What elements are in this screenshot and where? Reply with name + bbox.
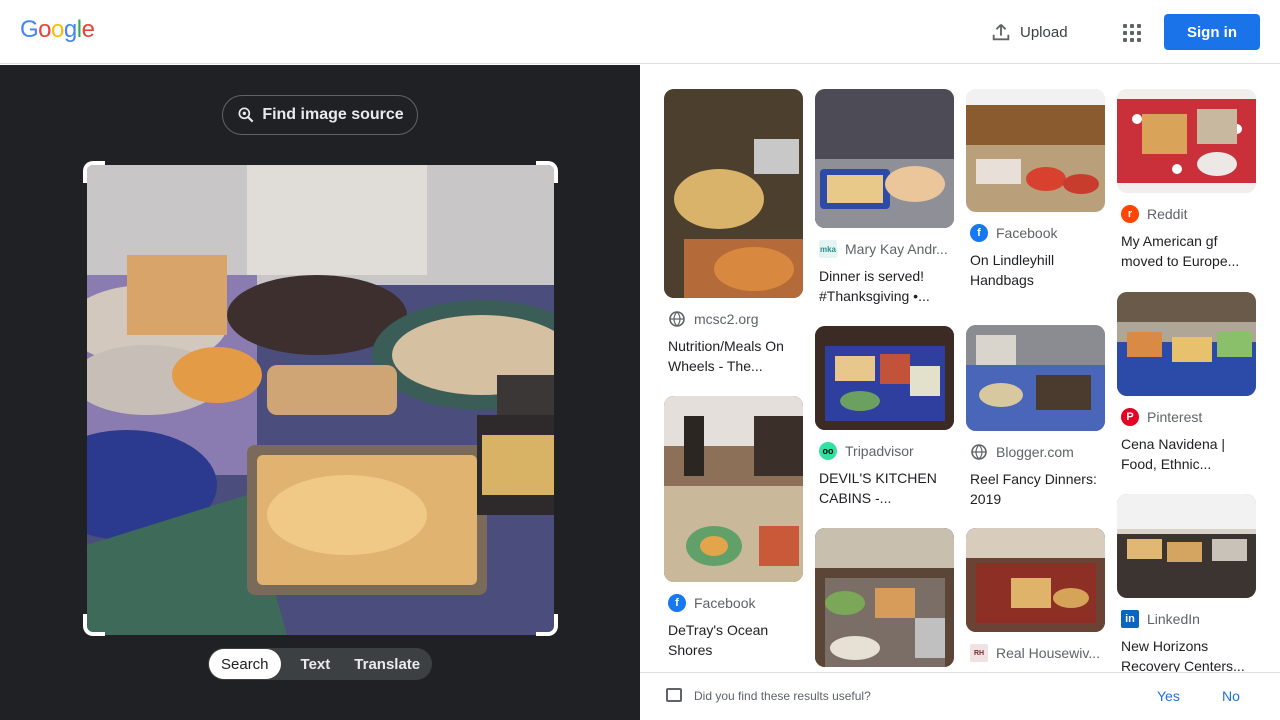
result-card[interactable]: Blogger.com Reel Fancy Dinners: 2019 bbox=[966, 325, 1106, 509]
rhn-icon: RH bbox=[970, 644, 988, 662]
result-source: LinkedIn bbox=[1147, 611, 1200, 627]
result-thumbnail[interactable] bbox=[815, 528, 954, 667]
result-title[interactable]: Reel Fancy Dinners: 2019 bbox=[970, 469, 1102, 509]
feedback-bar: Did you find these results useful? Yes N… bbox=[640, 672, 1280, 720]
reddit-icon: r bbox=[1121, 205, 1139, 223]
lens-search-icon bbox=[238, 107, 254, 123]
feedback-question: Did you find these results useful? bbox=[694, 689, 871, 703]
result-source: Tripadvisor bbox=[845, 443, 914, 459]
sign-in-button[interactable]: Sign in bbox=[1164, 14, 1260, 50]
result-title[interactable]: My American gf moved to Europe... bbox=[1121, 231, 1253, 271]
result-source: Facebook bbox=[996, 225, 1058, 241]
result-source: Real Housewiv... bbox=[996, 645, 1101, 661]
pinterest-icon: P bbox=[1121, 408, 1139, 426]
find-image-source-label: Find image source bbox=[262, 106, 404, 123]
result-card[interactable]: oo Tripadvisor DEVIL'S KITCHEN CABINS -.… bbox=[815, 326, 955, 508]
result-thumbnail[interactable] bbox=[664, 89, 803, 298]
result-source: Facebook bbox=[694, 595, 756, 611]
result-card[interactable]: P Pinterest Cena Navidena | Food, Ethnic… bbox=[1117, 292, 1257, 474]
tripadvisor-icon: oo bbox=[819, 442, 837, 460]
upload-button[interactable]: Upload bbox=[990, 18, 1068, 46]
result-thumbnail[interactable] bbox=[664, 396, 803, 582]
result-title[interactable]: Dinner is served! #Thanksgiving •... bbox=[819, 266, 951, 306]
result-title[interactable]: On Lindleyhill Handbags bbox=[970, 250, 1102, 290]
result-title[interactable]: Cena Navidena | Food, Ethnic... bbox=[1121, 434, 1253, 474]
result-title[interactable]: DeTray's Ocean Shores bbox=[668, 620, 800, 660]
visual-matches-panel: mcsc2.org Nutrition/Meals On Wheels - Th… bbox=[640, 65, 1280, 720]
result-thumbnail[interactable] bbox=[966, 528, 1105, 632]
apps-grid-icon[interactable] bbox=[1120, 20, 1144, 44]
result-thumbnail[interactable] bbox=[1117, 292, 1256, 396]
feedback-yes-button[interactable]: Yes bbox=[1157, 688, 1180, 704]
result-source: Reddit bbox=[1147, 206, 1188, 222]
top-bar: Google Upload Sign in bbox=[0, 0, 1280, 64]
result-card[interactable]: mcsc2.org Nutrition/Meals On Wheels - Th… bbox=[664, 89, 804, 376]
tab-text[interactable]: Text bbox=[281, 649, 351, 679]
crop-handle-top-left[interactable] bbox=[83, 161, 105, 183]
upload-icon bbox=[992, 24, 1010, 41]
mka-icon: mka bbox=[819, 240, 837, 258]
result-source: mcsc2.org bbox=[694, 311, 759, 327]
result-title[interactable]: New Horizons Recovery Centers... bbox=[1121, 636, 1253, 676]
result-thumbnail[interactable] bbox=[1117, 494, 1256, 598]
tab-translate[interactable]: Translate bbox=[350, 649, 424, 679]
result-thumbnail[interactable] bbox=[815, 326, 954, 430]
result-card[interactable]: f Facebook On Lindleyhill Handbags bbox=[966, 89, 1106, 290]
facebook-icon: f bbox=[970, 224, 988, 242]
crop-handle-bottom-right[interactable] bbox=[536, 614, 558, 636]
google-logo[interactable]: Google bbox=[20, 16, 95, 44]
crop-handle-bottom-left[interactable] bbox=[83, 614, 105, 636]
upload-label: Upload bbox=[1020, 23, 1068, 41]
feedback-icon bbox=[666, 688, 682, 702]
result-source: Pinterest bbox=[1147, 409, 1203, 425]
result-thumbnail[interactable] bbox=[966, 89, 1105, 212]
lens-mode-tabs: Search Text Translate bbox=[208, 648, 432, 680]
lens-image-panel: Find image source Search Text Translate bbox=[0, 65, 640, 720]
result-card[interactable]: in LinkedIn New Horizons Recovery Center… bbox=[1117, 494, 1257, 676]
facebook-icon: f bbox=[668, 594, 686, 612]
result-card[interactable]: mka Mary Kay Andr... Dinner is served! #… bbox=[815, 89, 955, 306]
result-source: Blogger.com bbox=[996, 444, 1074, 460]
result-card[interactable]: f Facebook DeTray's Ocean Shores bbox=[664, 396, 804, 660]
crop-handle-top-right[interactable] bbox=[536, 161, 558, 183]
find-image-source-button[interactable]: Find image source bbox=[222, 95, 418, 135]
feedback-no-button[interactable]: No bbox=[1222, 688, 1240, 704]
result-thumbnail[interactable] bbox=[1117, 89, 1256, 193]
result-source: Mary Kay Andr... bbox=[845, 241, 948, 257]
result-card[interactable]: r Reddit My American gf moved to Europe.… bbox=[1117, 89, 1257, 271]
query-image[interactable] bbox=[87, 165, 554, 635]
tab-search[interactable]: Search bbox=[209, 649, 281, 679]
globe-icon bbox=[970, 443, 988, 461]
result-title[interactable]: DEVIL'S KITCHEN CABINS -... bbox=[819, 468, 951, 508]
globe-icon bbox=[668, 310, 686, 328]
result-card[interactable] bbox=[815, 528, 955, 667]
result-title[interactable]: Nutrition/Meals On Wheels - The... bbox=[668, 336, 800, 376]
result-thumbnail[interactable] bbox=[815, 89, 954, 228]
linkedin-icon: in bbox=[1121, 610, 1139, 628]
result-thumbnail[interactable] bbox=[966, 325, 1105, 431]
result-card[interactable]: RH Real Housewiv... bbox=[966, 528, 1106, 662]
